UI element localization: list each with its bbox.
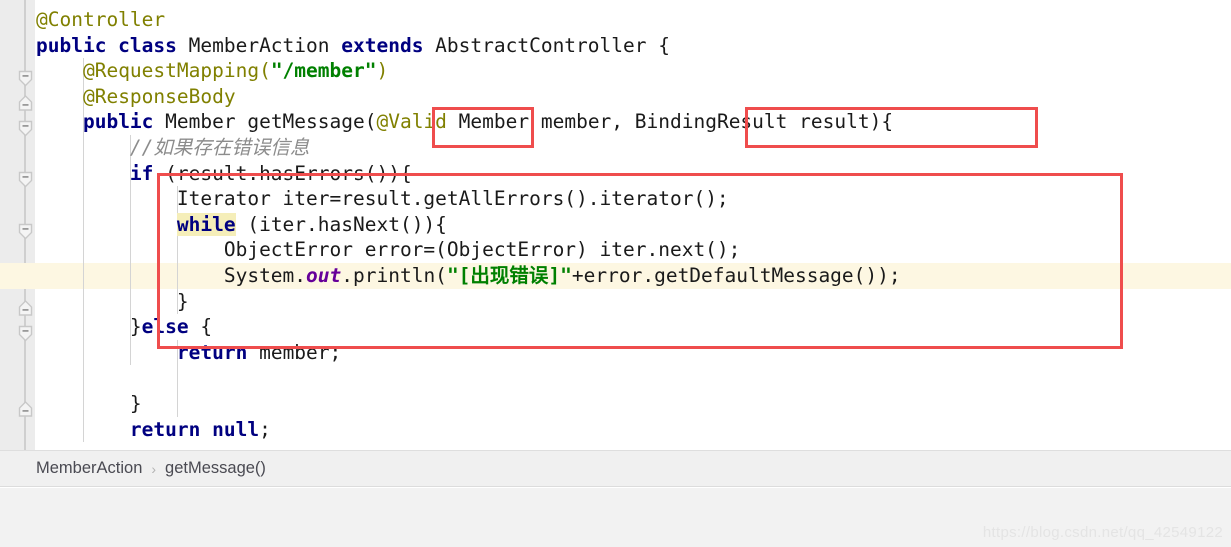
code-token: @RequestMapping( <box>82 59 271 83</box>
code-line[interactable]: System.out.println("[出现错误]"+error.getDef… <box>0 263 1231 289</box>
footer-area: https://blog.csdn.net/qq_42549122 <box>0 488 1231 547</box>
code-token: AbstractController { <box>435 33 670 57</box>
code-token: @ResponseBody <box>82 84 236 108</box>
code-token: //如果存在错误信息 <box>129 136 310 159</box>
code-token: out <box>306 264 342 287</box>
code-token: public class <box>36 33 189 57</box>
code-token: member; <box>247 340 342 364</box>
code-line[interactable]: @Controller <box>0 7 1231 33</box>
code-token: while <box>176 212 236 236</box>
code-line[interactable]: } <box>0 391 1231 417</box>
code-line[interactable]: if (result.hasErrors()){ <box>0 161 1231 187</box>
code-line[interactable]: public Member getMessage(@Valid Member m… <box>0 109 1231 135</box>
code-token: (result.hasErrors()){ <box>153 161 412 185</box>
code-token: public <box>82 110 166 134</box>
code-line[interactable]: //如果存在错误信息 <box>0 135 1231 161</box>
code-token: } <box>129 392 142 415</box>
code-line[interactable] <box>0 365 1231 391</box>
code-text[interactable]: @Controller public class MemberAction ext… <box>0 0 1231 450</box>
code-token: if <box>129 161 154 185</box>
watermark-text: https://blog.csdn.net/qq_42549122 <box>982 524 1223 541</box>
code-token: "/member" <box>270 59 377 83</box>
code-token: @Controller <box>36 8 166 31</box>
code-line[interactable]: while (iter.hasNext()){ <box>0 212 1231 238</box>
code-token: MemberAction <box>188 33 342 57</box>
code-line[interactable]: return null; <box>0 417 1231 443</box>
code-token: (iter.hasNext()){ <box>235 212 447 236</box>
code-token: } <box>129 315 142 339</box>
code-token: +error.getDefaultMessage()); <box>571 264 901 287</box>
code-token: return null <box>129 417 260 441</box>
code-line[interactable]: }else { <box>0 314 1231 340</box>
code-token: return <box>176 340 248 364</box>
breadcrumb-item-method[interactable]: getMessage() <box>165 459 266 478</box>
code-line[interactable]: ObjectError error=(ObjectError) iter.nex… <box>0 237 1231 263</box>
code-token: ObjectError error=(ObjectError) iter.nex… <box>223 238 741 262</box>
code-token: Iterator iter=result.getAllErrors().iter… <box>176 187 729 211</box>
code-line[interactable]: return member; <box>0 340 1231 366</box>
code-token: ) <box>376 59 389 83</box>
chevron-right-icon: › <box>151 460 157 477</box>
code-line[interactable]: Iterator iter=result.getAllErrors().iter… <box>0 186 1231 212</box>
code-token: Member member, BindingResult result){ <box>446 110 894 134</box>
code-token: { <box>188 315 213 339</box>
code-line[interactable]: @ResponseBody <box>0 84 1231 110</box>
code-token: System. <box>223 264 307 287</box>
code-token: ; <box>259 417 271 441</box>
code-token: @Valid <box>376 110 447 134</box>
breadcrumb[interactable]: MemberAction › getMessage() <box>0 450 1231 487</box>
code-token: Member getMessage( <box>165 110 377 134</box>
code-line[interactable]: public class MemberAction extends Abstra… <box>0 33 1231 59</box>
code-token: } <box>176 289 189 313</box>
code-token: .println( <box>341 264 447 287</box>
code-editor[interactable]: @Controller public class MemberAction ext… <box>0 0 1231 450</box>
code-line[interactable]: @RequestMapping("/member") <box>0 58 1231 84</box>
code-token: "[出现错误]" <box>446 264 572 287</box>
code-token: extends <box>341 33 436 57</box>
code-token: else <box>141 315 189 339</box>
breadcrumb-item-class[interactable]: MemberAction <box>36 459 142 478</box>
code-line[interactable]: } <box>0 289 1231 315</box>
